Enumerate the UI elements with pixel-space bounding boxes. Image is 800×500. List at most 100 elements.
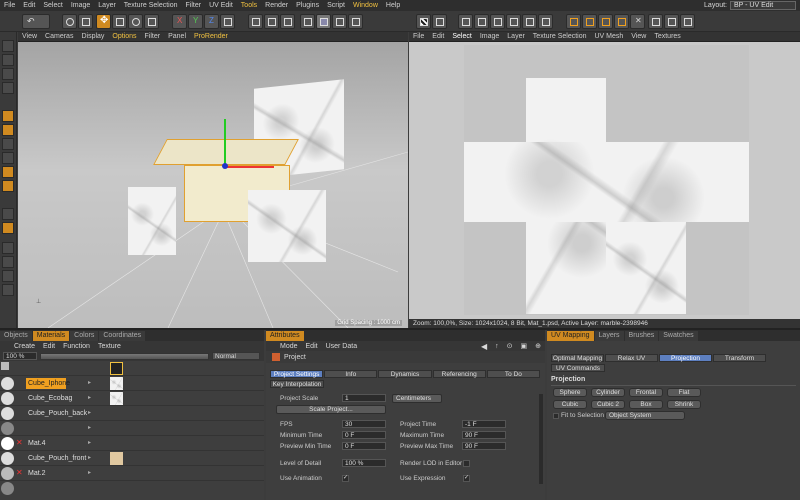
menu-prorender[interactable]: ProRender — [190, 33, 232, 40]
tool-eraser-icon[interactable] — [2, 138, 14, 150]
undo-button[interactable]: ↶ — [22, 14, 50, 29]
render-lod-checkbox[interactable] — [463, 460, 470, 467]
search-icon[interactable]: ⊙ — [503, 342, 517, 350]
tool-polys-icon[interactable] — [2, 82, 14, 94]
y-axis-button[interactable]: Y — [188, 14, 203, 29]
tab-relax-uv[interactable]: Relax UV — [605, 354, 658, 362]
move-tool-button[interactable]: ✥ — [96, 14, 111, 29]
grid-button[interactable] — [432, 14, 447, 29]
menu-edit[interactable]: Edit — [19, 2, 39, 9]
tab-brushes[interactable]: Brushes — [624, 331, 659, 341]
material-row[interactable]: Cube_Ecobag ▸ — [0, 391, 264, 406]
menu-view[interactable]: View — [18, 33, 41, 40]
close-button[interactable]: ✕ — [630, 14, 645, 29]
tab-layers[interactable]: Layers — [594, 331, 624, 341]
fill-button[interactable] — [582, 14, 597, 29]
mirror-button[interactable] — [648, 14, 663, 29]
stamp-button[interactable] — [664, 14, 679, 29]
zoom-field[interactable]: 100 % — [3, 352, 37, 360]
fps-field[interactable]: 30 — [342, 420, 386, 428]
use-animation-checkbox[interactable]: ✓ — [342, 475, 349, 482]
flat-button[interactable]: Flat — [667, 388, 701, 397]
expand-arrow-icon[interactable]: ▸ — [88, 409, 91, 416]
menu-image[interactable]: Image — [67, 2, 94, 9]
material-row[interactable] — [0, 481, 264, 496]
material-row[interactable]: ✕ Mat.2 ▸ — [0, 466, 264, 481]
expand-arrow-icon[interactable]: ▸ — [88, 394, 91, 401]
box-button[interactable]: Box — [629, 400, 663, 409]
uv-poly-button[interactable] — [490, 14, 505, 29]
tab-colors[interactable]: Colors — [70, 331, 99, 341]
mat-menu-edit[interactable]: Edit — [39, 343, 59, 350]
max-time-field[interactable]: 90 F — [462, 431, 506, 439]
paint-mode-button[interactable] — [332, 14, 347, 29]
tool-fill-icon[interactable] — [2, 166, 14, 178]
material-name[interactable]: Cube_Pouch_front — [26, 453, 88, 464]
tool-points-icon[interactable] — [2, 54, 14, 66]
scale-project-button[interactable]: Scale Project... — [276, 405, 386, 414]
tab-referencing[interactable]: Referencing — [432, 370, 486, 378]
uv-edge-button[interactable] — [474, 14, 489, 29]
expand-arrow-icon[interactable]: ▸ — [88, 454, 91, 461]
mat-menu-texture[interactable]: Texture — [94, 343, 125, 350]
tab-coordinates[interactable]: Coordinates — [99, 331, 146, 341]
uv-menu-uv-mesh[interactable]: UV Mesh — [591, 33, 628, 40]
uv-tool-button[interactable] — [522, 14, 537, 29]
tool-line-icon[interactable] — [2, 208, 14, 220]
menu-texture-selection[interactable]: Texture Selection — [120, 2, 182, 9]
expand-arrow-icon[interactable]: ▸ — [88, 424, 91, 431]
menu-options[interactable]: Options — [108, 33, 140, 40]
menu-cameras[interactable]: Cameras — [41, 33, 77, 40]
tool-move-icon[interactable] — [2, 40, 14, 52]
uv-relax-button[interactable] — [506, 14, 521, 29]
frontal-button[interactable]: Frontal — [629, 388, 663, 397]
tool-eyedropper-icon[interactable] — [2, 242, 14, 254]
tab-projection[interactable]: Projection — [659, 354, 712, 362]
layout-select[interactable]: BP - UV Edit — [730, 1, 796, 10]
use-expression-checkbox[interactable]: ✓ — [463, 475, 470, 482]
tool-smudge-icon[interactable] — [2, 180, 14, 192]
rotate-tool-button[interactable] — [128, 14, 143, 29]
menu-panel[interactable]: Panel — [164, 33, 190, 40]
projection-button[interactable] — [614, 14, 629, 29]
live-selection-button[interactable] — [62, 14, 77, 29]
attr-menu-mode[interactable]: Mode — [276, 343, 302, 350]
min-time-field[interactable]: 0 F — [342, 431, 386, 439]
x-axis-button[interactable]: X — [172, 14, 187, 29]
render-settings-button[interactable] — [280, 14, 295, 29]
menu-tools[interactable]: Tools — [237, 2, 261, 9]
gizmo-x-axis[interactable] — [224, 166, 274, 168]
z-axis-button[interactable]: Z — [204, 14, 219, 29]
menu-filter[interactable]: Filter — [182, 2, 206, 9]
scale-tool-button[interactable] — [112, 14, 127, 29]
expand-arrow-icon[interactable]: ▸ — [88, 469, 91, 476]
tab-key-interpolation[interactable]: Key Interpolation — [270, 380, 324, 388]
tool-star-icon[interactable] — [2, 222, 14, 234]
material-row[interactable]: ▸ — [0, 421, 264, 436]
tool-stamp-icon[interactable] — [2, 124, 14, 136]
tool-snap-icon[interactable] — [2, 284, 14, 296]
select-tool-button[interactable] — [78, 14, 93, 29]
tool-edges-icon[interactable] — [2, 68, 14, 80]
material-name[interactable]: Mat.4 — [26, 438, 48, 449]
viewport-canvas[interactable]: ⊥ Grid Spacing : 1000 cm — [18, 42, 408, 328]
material-name[interactable]: Cube_Ecobag — [26, 393, 74, 404]
tool-swatch-icon[interactable] — [2, 270, 14, 282]
expand-arrow-icon[interactable]: ▸ — [88, 439, 91, 446]
tab-swatches[interactable]: Swatches — [659, 331, 698, 341]
tab-optimal-mapping[interactable]: Optimal Mapping — [551, 354, 604, 362]
menu-render[interactable]: Render — [261, 2, 292, 9]
recent-tool-button[interactable] — [144, 14, 159, 29]
material-row[interactable]: Cube_Pouch_back ▸ — [0, 406, 264, 421]
uv-menu-edit[interactable]: Edit — [428, 33, 448, 40]
fit-selection-checkbox[interactable] — [553, 413, 559, 419]
project-scale-field[interactable]: 1 — [342, 394, 386, 402]
uv-menu-textures[interactable]: Textures — [650, 33, 684, 40]
uv-point-button[interactable] — [458, 14, 473, 29]
tab-materials[interactable]: Materials — [32, 331, 70, 341]
cubic-button[interactable]: Cubic — [553, 400, 587, 409]
material-name[interactable]: Cube_Pouch_back — [26, 408, 89, 419]
zoom-slider[interactable] — [40, 352, 209, 360]
tab-uv-commands[interactable]: UV Commands — [551, 364, 605, 372]
tab-objects[interactable]: Objects — [0, 331, 32, 341]
